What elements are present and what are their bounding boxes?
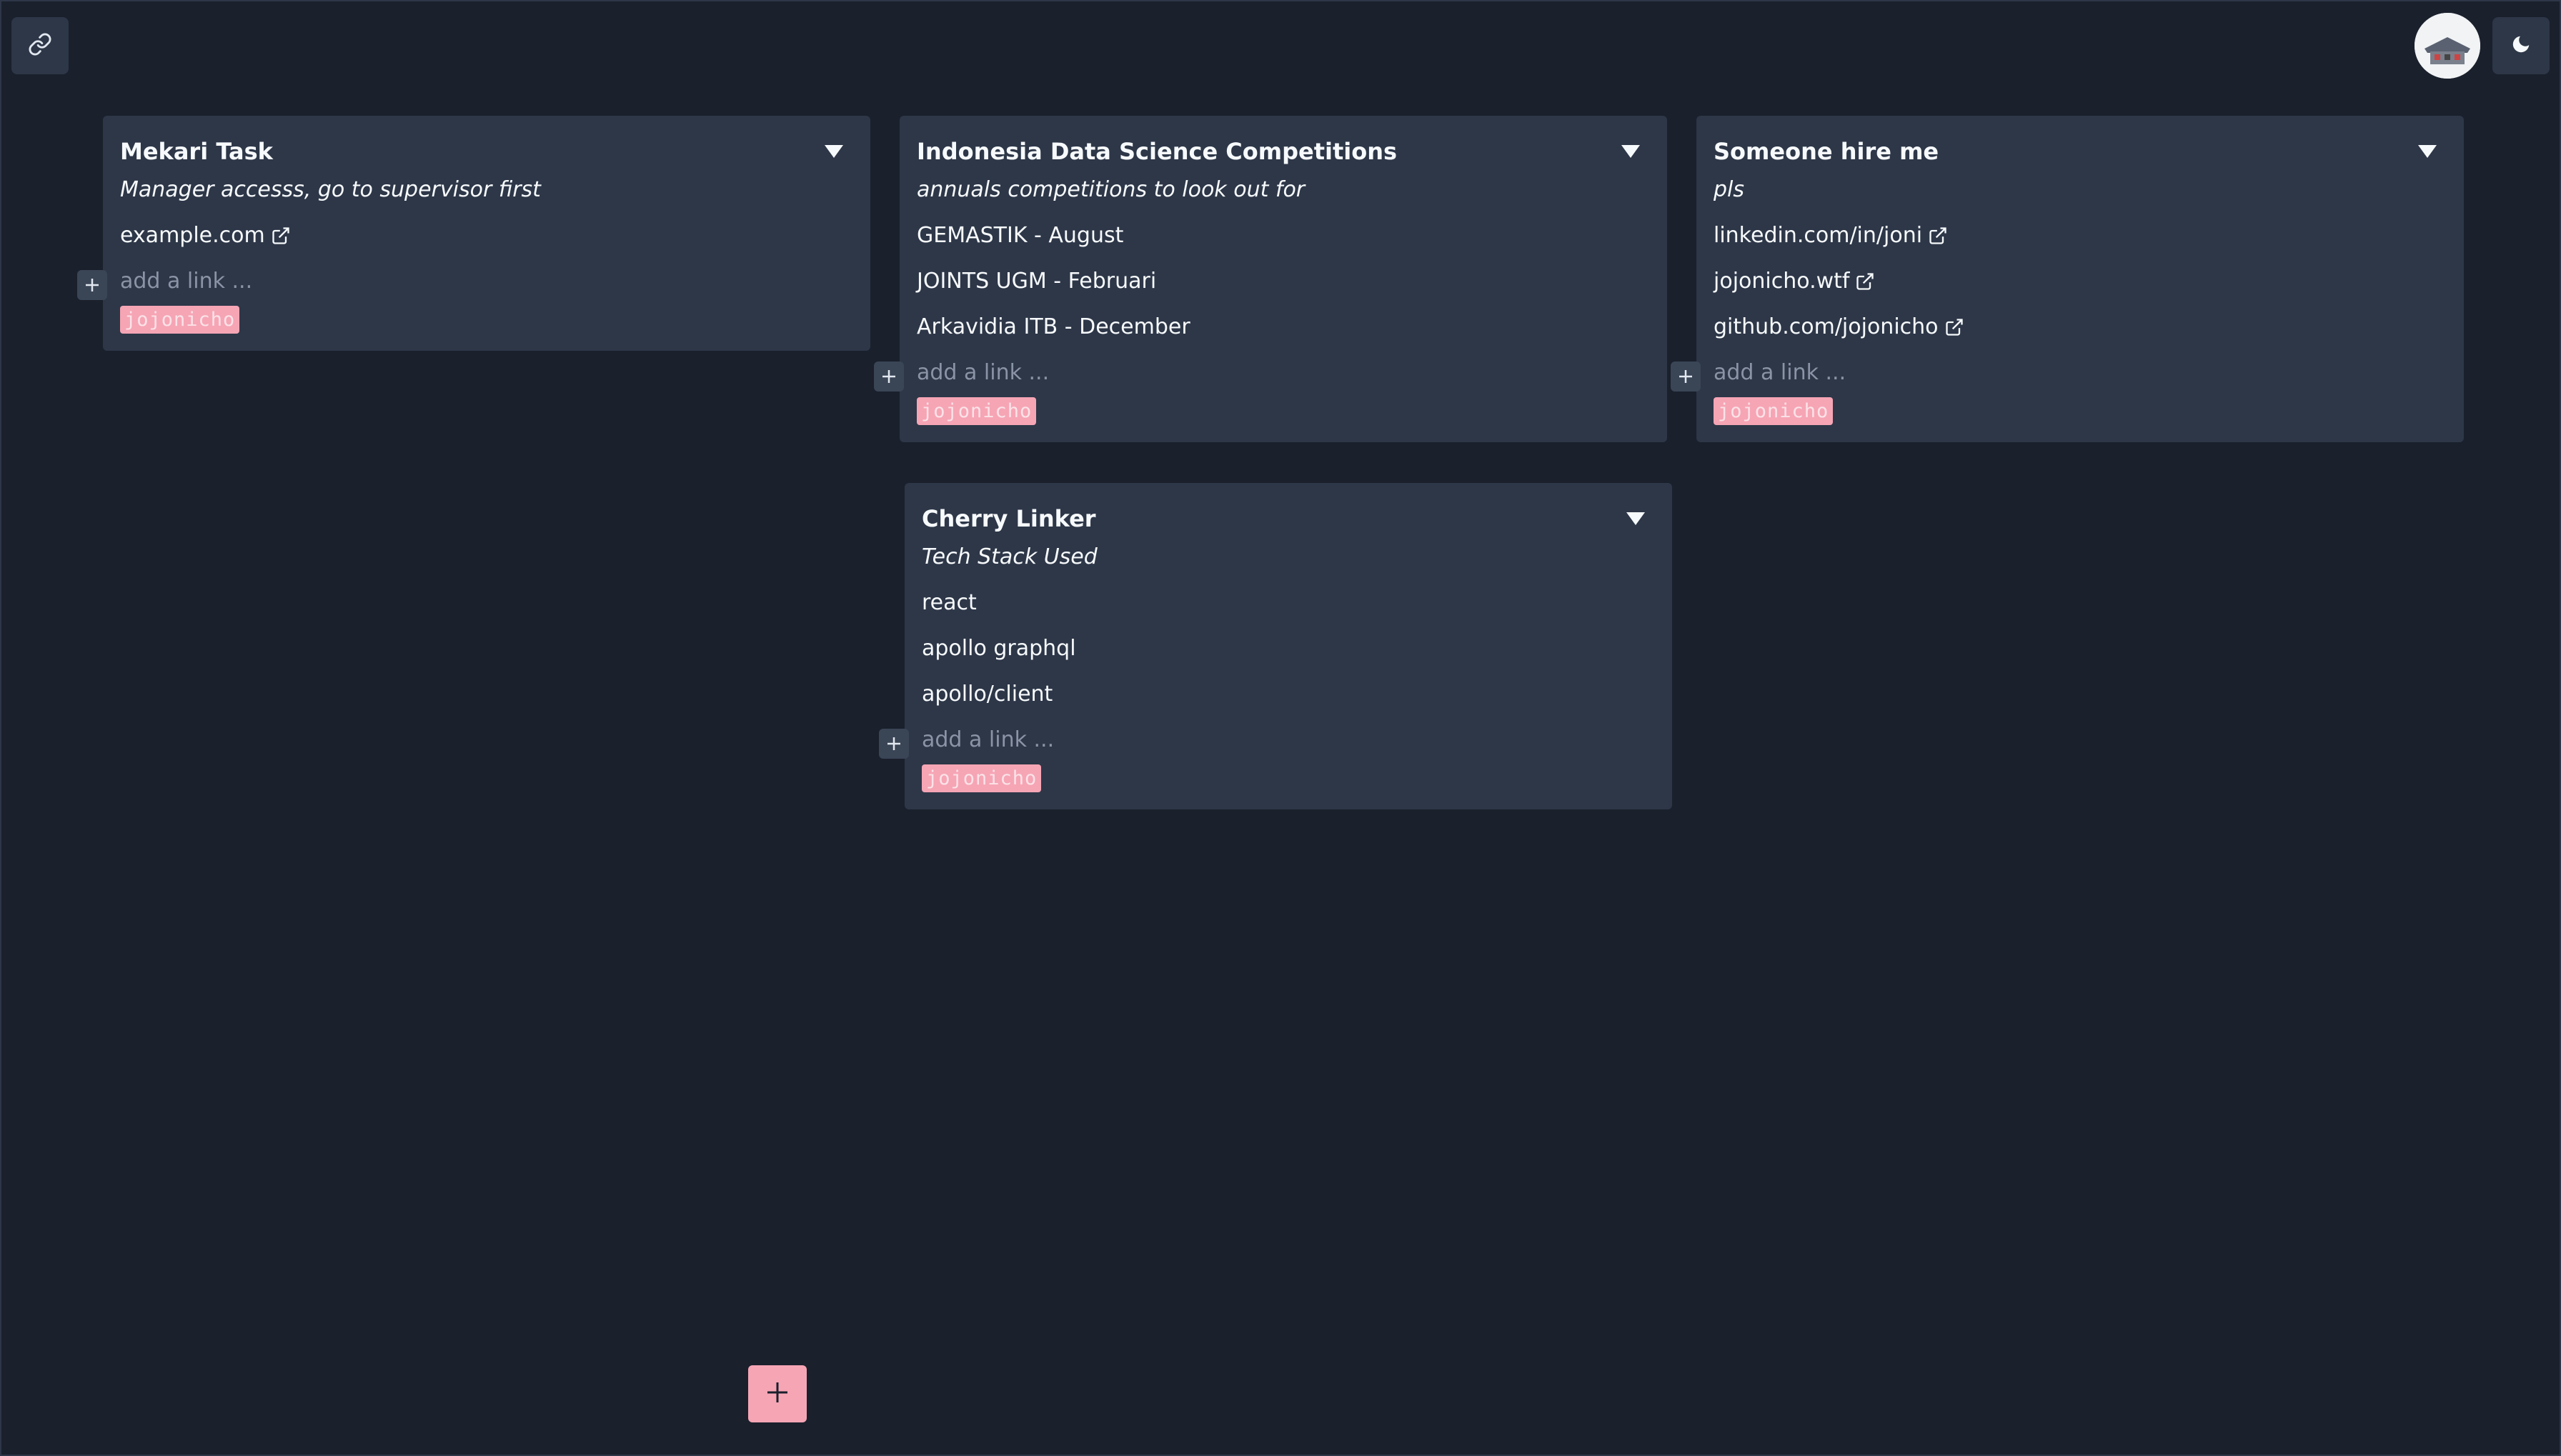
owner-tag: jojonicho: [1714, 397, 1834, 425]
collapse-caret-icon[interactable]: [825, 145, 843, 158]
link-item[interactable]: apollo/client: [922, 672, 1655, 717]
add-link-plus-icon[interactable]: [879, 729, 909, 759]
add-link-input[interactable]: add a link ...: [879, 717, 1655, 763]
owner-tag: jojonicho: [922, 764, 1042, 792]
link-item[interactable]: jojonicho.wtf: [1714, 259, 2447, 304]
link-card: Indonesia Data Science Competitions annu…: [874, 116, 1667, 442]
link-item[interactable]: example.com: [120, 213, 853, 259]
external-link-icon: [271, 226, 291, 246]
collapse-caret-icon[interactable]: [1621, 145, 1640, 158]
external-link-icon: [1944, 317, 1964, 337]
add-link-placeholder: add a link ...: [1714, 360, 1846, 385]
add-link-plus-icon[interactable]: [874, 361, 904, 392]
link-icon: [28, 32, 52, 59]
add-link-input[interactable]: add a link ...: [874, 350, 1650, 396]
owner-tag: jojonicho: [917, 397, 1037, 425]
theme-toggle-button[interactable]: [2492, 17, 2550, 74]
link-item[interactable]: Arkavidia ITB - December: [917, 304, 1650, 350]
card-title: Mekari Task: [120, 138, 273, 165]
external-link-icon: [1855, 271, 1875, 291]
link-item[interactable]: react: [922, 580, 1655, 626]
link-text[interactable]: apollo graphql: [922, 626, 1076, 672]
link-item[interactable]: apollo graphql: [922, 626, 1655, 672]
link-text[interactable]: Arkavidia ITB - December: [917, 304, 1190, 350]
link-card: Someone hire me pls linkedin.com/in/joni…: [1671, 116, 2464, 442]
moon-icon: [2510, 34, 2532, 58]
external-link-icon: [1928, 226, 1948, 246]
link-text[interactable]: example.com: [120, 213, 265, 259]
link-text[interactable]: JOINTS UGM - Februari: [917, 259, 1156, 304]
add-card-button[interactable]: [748, 1365, 807, 1422]
link-item[interactable]: GEMASTIK - August: [917, 213, 1650, 259]
card-description: Manager accesss, go to supervisor first: [120, 177, 541, 202]
add-link-input[interactable]: add a link ...: [77, 259, 853, 304]
link-text[interactable]: linkedin.com/in/joni: [1714, 213, 1922, 259]
card-title: Someone hire me: [1714, 138, 1939, 165]
owner-tag: jojonicho: [120, 306, 240, 334]
link-text[interactable]: github.com/jojonicho: [1714, 304, 1939, 350]
card-description: annuals competitions to look out for: [917, 177, 1306, 202]
card-title: Indonesia Data Science Competitions: [917, 138, 1398, 165]
card-description: Tech Stack Used: [922, 544, 1098, 569]
add-link-placeholder: add a link ...: [120, 269, 253, 294]
link-card: Cherry Linker Tech Stack Used react apol…: [879, 483, 1672, 809]
home-link-button[interactable]: [11, 17, 69, 74]
link-text[interactable]: react: [922, 580, 977, 626]
link-text[interactable]: apollo/client: [922, 672, 1053, 717]
link-text[interactable]: GEMASTIK - August: [917, 213, 1123, 259]
avatar[interactable]: [2415, 13, 2480, 79]
plus-icon: [765, 1380, 790, 1407]
add-link-plus-icon[interactable]: [1671, 361, 1701, 392]
link-text[interactable]: jojonicho.wtf: [1714, 259, 1849, 304]
collapse-caret-icon[interactable]: [2418, 145, 2437, 158]
add-link-input[interactable]: add a link ...: [1671, 350, 2447, 396]
add-link-placeholder: add a link ...: [917, 360, 1050, 385]
add-link-placeholder: add a link ...: [922, 727, 1055, 752]
add-link-plus-icon[interactable]: [77, 270, 107, 300]
card-title: Cherry Linker: [922, 505, 1096, 532]
link-item[interactable]: linkedin.com/in/joni: [1714, 213, 2447, 259]
link-item[interactable]: github.com/jojonicho: [1714, 304, 2447, 350]
collapse-caret-icon[interactable]: [1626, 512, 1645, 525]
card-description: pls: [1714, 177, 1745, 202]
link-item[interactable]: JOINTS UGM - Februari: [917, 259, 1650, 304]
link-card: Mekari Task Manager accesss, go to super…: [77, 116, 870, 351]
